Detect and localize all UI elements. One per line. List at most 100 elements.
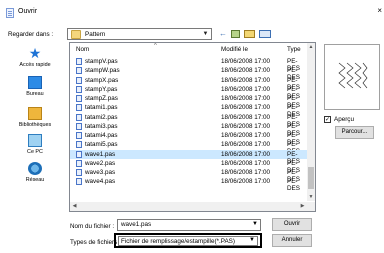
file-icon: [76, 150, 82, 158]
scroll-up-icon[interactable]: ▲: [307, 43, 315, 51]
look-in-label: Regarder dans :: [8, 31, 54, 38]
table-row[interactable]: tatami4.pas 18/06/2008 17:00 PE-DES: [70, 131, 308, 146]
scroll-right-icon[interactable]: ▶: [298, 202, 307, 211]
file-modified: 18/06/2008 17:00: [221, 169, 271, 176]
table-row[interactable]: tatami3.pas 18/06/2008 17:00 PE-DES: [70, 122, 308, 137]
file-list[interactable]: ^ Nom Modifié le Type stampV.pas 18/06/20…: [69, 42, 316, 212]
column-name[interactable]: Nom: [76, 46, 89, 53]
open-button[interactable]: Ouvrir: [272, 218, 312, 231]
desktop-icon: [28, 76, 42, 89]
nav-toolbar: ←: [219, 28, 271, 40]
place-label: Réseau: [25, 177, 45, 183]
close-icon[interactable]: ×: [377, 6, 382, 15]
file-name: wave3.pas: [85, 169, 116, 176]
chevron-down-icon[interactable]: ▼: [252, 221, 258, 227]
places-bar: ★ Accès rapide Bureau Bibliothèques Ce P…: [2, 45, 68, 200]
chevron-down-icon[interactable]: ▼: [201, 30, 210, 39]
file-icon: [76, 67, 82, 75]
view-menu-icon[interactable]: [259, 30, 271, 38]
place-libraries[interactable]: Bibliothèques: [2, 107, 68, 128]
file-rows: stampV.pas 18/06/2008 17:00 PE-DES stampW.p…: [70, 57, 308, 192]
table-row[interactable]: wave2.pas 18/06/2008 17:00 PE-DES: [70, 159, 308, 174]
cancel-button[interactable]: Annuler: [272, 234, 312, 247]
table-row[interactable]: stampZ.pas 18/06/2008 17:00 PE-DES: [70, 94, 308, 109]
file-modified: 18/06/2008 17:00: [221, 150, 271, 158]
horizontal-scrollbar[interactable]: ◀ ▶: [70, 202, 315, 211]
libraries-icon: [28, 107, 42, 120]
scroll-down-icon[interactable]: ▼: [307, 193, 315, 201]
place-desktop[interactable]: Bureau: [2, 76, 68, 97]
file-icon: [76, 113, 82, 121]
title-bar: Ouvrir ×: [0, 0, 384, 25]
file-icon: [76, 95, 82, 102]
back-icon[interactable]: ←: [219, 28, 227, 40]
table-row[interactable]: stampY.pas 18/06/2008 17:00 PE-DES: [70, 85, 308, 100]
place-quick-access[interactable]: ★ Accès rapide: [2, 46, 68, 68]
file-type: PE-DES: [287, 178, 300, 193]
filename-field[interactable]: wave1.pas ▼: [117, 219, 261, 231]
file-name: stampW.pas: [85, 67, 120, 75]
look-in-dropdown[interactable]: Pattern ▼: [67, 28, 212, 40]
table-row[interactable]: wave1.pas 18/06/2008 17:00 PE-DES: [70, 149, 308, 165]
file-name: tatami3.pas: [85, 122, 118, 130]
file-modified: 18/06/2008 17:00: [221, 67, 271, 75]
file-icon: [76, 104, 82, 112]
preview-pane: [324, 44, 380, 110]
file-name: wave2.pas: [85, 159, 116, 167]
vertical-scrollbar[interactable]: ▲ ▼: [307, 43, 315, 201]
folder-icon: [71, 30, 81, 39]
place-this-pc[interactable]: Ce PC: [2, 134, 68, 155]
file-name: tatami1.pas: [85, 104, 118, 112]
filetype-label: Types de fichiers: [70, 239, 118, 246]
computer-icon: [28, 134, 42, 147]
file-name: stampX.pas: [85, 76, 119, 84]
table-row[interactable]: stampV.pas 18/06/2008 17:00 PE-DES: [70, 57, 308, 72]
column-modified[interactable]: Modifié le: [221, 46, 248, 53]
up-folder-icon[interactable]: [231, 30, 240, 38]
new-folder-icon[interactable]: [244, 30, 255, 38]
chevron-down-icon[interactable]: ▼: [249, 237, 255, 243]
column-type[interactable]: Type: [287, 46, 301, 53]
table-row[interactable]: tatami2.pas 18/06/2008 17:00 PE-DES: [70, 113, 308, 128]
file-modified: 18/06/2008 17:00: [221, 141, 271, 149]
preview-label: Aperçu: [334, 116, 354, 123]
file-name: stampZ.pas: [85, 95, 118, 102]
table-row[interactable]: wave4.pas 18/06/2008 17:00 PE-DES: [70, 177, 308, 192]
file-icon: [76, 141, 82, 149]
file-icon: [76, 159, 82, 167]
file-icon: [76, 178, 82, 186]
column-header: ^ Nom Modifié le Type: [70, 43, 315, 56]
file-name: tatami5.pas: [85, 141, 118, 149]
browse-button[interactable]: Parcour...: [335, 126, 374, 139]
file-modified: 18/06/2008 17:00: [221, 85, 271, 93]
place-label: Ce PC: [27, 149, 43, 155]
table-row[interactable]: tatami5.pas18/06/2008 17:00PE-DES: [70, 140, 308, 155]
place-label: Bureau: [26, 91, 44, 97]
preview-checkbox[interactable]: ✓: [324, 116, 331, 123]
file-modified: 18/06/2008 17:00: [221, 132, 271, 139]
file-name: stampY.pas: [85, 85, 118, 93]
filetype-dropdown[interactable]: Fichier de remplissage/estampille(*.PAS)…: [118, 236, 258, 246]
place-label: Accès rapide: [19, 62, 51, 68]
scroll-left-icon[interactable]: ◀: [70, 202, 79, 211]
place-network[interactable]: Réseau: [2, 162, 68, 183]
place-label: Bibliothèques: [18, 122, 52, 128]
file-icon: [76, 122, 82, 130]
file-modified: 18/06/2008 17:00: [221, 104, 271, 112]
file-icon: [76, 85, 82, 93]
table-row[interactable]: tatami1.pas 18/06/2008 17:00 PE-DES: [70, 103, 308, 118]
file-icon: [76, 169, 82, 176]
scroll-thumb[interactable]: [308, 167, 314, 189]
file-modified: 18/06/2008 17:00: [221, 122, 271, 130]
file-modified: 18/06/2008 17:00: [221, 159, 271, 167]
file-name: stampV.pas: [85, 58, 118, 65]
table-row[interactable]: stampX.pas 18/06/2008 17:00 PE-DES: [70, 76, 308, 91]
table-row[interactable]: stampW.pas 18/06/2008 17:00 PE-DES: [70, 66, 308, 81]
table-row[interactable]: wave3.pas 18/06/2008 17:00 PE-DES: [70, 168, 308, 183]
window-icon: [6, 8, 14, 18]
file-modified: 18/06/2008 17:00: [221, 113, 271, 121]
file-modified: 18/06/2008 17:00: [221, 58, 271, 65]
open-file-dialog: Ouvrir × Regarder dans : Pattern ▼ ← ★ A…: [0, 0, 384, 253]
network-icon: [28, 162, 42, 175]
look-in-value: Pattern: [85, 31, 106, 38]
